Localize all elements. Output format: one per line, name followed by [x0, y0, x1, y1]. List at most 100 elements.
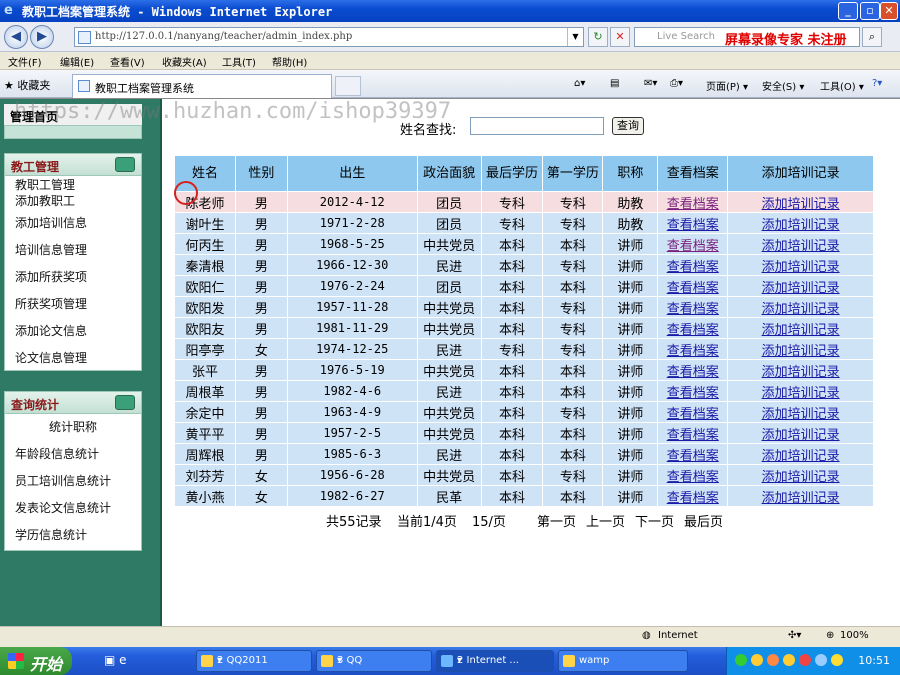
stop-button[interactable]: ✕: [610, 27, 630, 47]
cell-last-edu: 专科: [480, 212, 544, 234]
name-search-input[interactable]: [470, 117, 604, 135]
sidebar-item-training-stats[interactable]: 员工培训信息统计: [15, 472, 111, 489]
sidebar-item-add-staff[interactable]: 添加教职工: [15, 192, 75, 209]
cell-view: 查看档案: [657, 422, 729, 444]
view-file-link[interactable]: 查看档案: [667, 344, 719, 359]
pager-last-link[interactable]: 最后页: [684, 511, 723, 530]
cell-view: 查看档案: [657, 443, 729, 465]
add-training-link[interactable]: 添加培训记录: [762, 302, 840, 317]
search-go-icon[interactable]: ⌕: [862, 27, 882, 47]
tray-icon[interactable]: [735, 654, 747, 666]
cell-view: 查看档案: [657, 401, 729, 423]
tray-icon[interactable]: [799, 654, 811, 666]
add-training-link[interactable]: 添加培训记录: [762, 323, 840, 338]
home-icon[interactable]: ⌂▾: [574, 78, 585, 89]
zoom-icon[interactable]: ⊕: [826, 630, 834, 641]
new-tab-button[interactable]: [335, 76, 361, 96]
view-file-link[interactable]: 查看档案: [667, 218, 719, 233]
pager-next-link[interactable]: 下一页: [635, 511, 674, 530]
safety-menu[interactable]: 安全(S) ▾: [762, 78, 804, 93]
address-field[interactable]: http://127.0.0.1/nanyang/teacher/admin_i…: [74, 27, 584, 47]
sidebar-item-title-stats[interactable]: 统计职称: [49, 418, 97, 435]
minimize-button[interactable]: _: [838, 2, 858, 20]
sidebar-item-add-paper[interactable]: 添加论文信息: [15, 322, 87, 339]
start-button[interactable]: 开始: [0, 647, 72, 675]
sidebar-item-award-management[interactable]: 所获奖项管理: [15, 295, 87, 312]
view-file-link[interactable]: 查看档案: [667, 428, 719, 443]
sidebar-item-training-management[interactable]: 培训信息管理: [15, 241, 87, 258]
address-dropdown-icon[interactable]: ▼: [567, 28, 583, 46]
tray-icon[interactable]: [783, 654, 795, 666]
view-file-link[interactable]: 查看档案: [667, 386, 719, 401]
menu-favorites[interactable]: 收藏夹(A): [162, 54, 207, 69]
view-file-link[interactable]: 查看档案: [667, 197, 719, 212]
view-file-link[interactable]: 查看档案: [667, 449, 719, 464]
view-file-link[interactable]: 查看档案: [667, 365, 719, 380]
add-training-link[interactable]: 添加培训记录: [762, 197, 840, 212]
add-training-link[interactable]: 添加培训记录: [762, 428, 840, 443]
close-button[interactable]: ✕: [880, 2, 898, 20]
favorites-button[interactable]: ★ 收藏夹: [4, 77, 50, 93]
help-icon[interactable]: ?▾: [872, 78, 882, 89]
menu-view[interactable]: 查看(V): [110, 54, 145, 69]
tray-icon[interactable]: [815, 654, 827, 666]
quicklaunch-icons[interactable]: ▣ e: [104, 653, 127, 667]
tray-icon[interactable]: [767, 654, 779, 666]
menu-tools[interactable]: 工具(T): [222, 54, 256, 69]
sidebar-item-paper-management[interactable]: 论文信息管理: [15, 349, 87, 366]
print-icon[interactable]: ⎙▾: [670, 78, 683, 89]
view-file-link[interactable]: 查看档案: [667, 239, 719, 254]
table-row: 周辉根男 1985-6-3 民进 本科 本科 讲师 查看档案 添加培训记录: [174, 443, 874, 465]
sidebar-item-paper-stats[interactable]: 发表论文信息统计: [15, 499, 111, 516]
add-training-link[interactable]: 添加培训记录: [762, 407, 840, 422]
add-training-link[interactable]: 添加培训记录: [762, 218, 840, 233]
tray-icon[interactable]: [831, 654, 843, 666]
add-training-link[interactable]: 添加培训记录: [762, 344, 840, 359]
sidebar-item-age-stats[interactable]: 年龄段信息统计: [15, 445, 99, 462]
sidebar-item-staff-management[interactable]: 教职工管理: [15, 176, 75, 193]
table-row: 陈老师男 2012-4-12 团员 专科 专科 助教 查看档案 添加培训记录: [174, 191, 874, 213]
refresh-button[interactable]: ↻: [588, 27, 608, 47]
add-training-link[interactable]: 添加培训记录: [762, 281, 840, 296]
menu-edit[interactable]: 编辑(E): [60, 54, 94, 69]
cell-first-edu: 专科: [542, 212, 604, 234]
add-training-link[interactable]: 添加培训记录: [762, 260, 840, 275]
menu-help[interactable]: 帮助(H): [272, 54, 307, 69]
back-button[interactable]: ◀: [4, 25, 28, 49]
sidebar-item-education-stats[interactable]: 学历信息统计: [15, 526, 87, 543]
view-file-link[interactable]: 查看档案: [667, 323, 719, 338]
search-button[interactable]: 查询: [612, 117, 644, 135]
sidebar-item-add-training[interactable]: 添加培训信息: [15, 214, 87, 231]
browser-tab[interactable]: 教职工档案管理系统: [72, 74, 332, 98]
add-training-link[interactable]: 添加培训记录: [762, 470, 840, 485]
feeds-icon[interactable]: ▤: [610, 78, 619, 89]
view-file-link[interactable]: 查看档案: [667, 407, 719, 422]
taskbar-button-qq[interactable]: 3 QQ ▾: [316, 650, 432, 672]
add-training-link[interactable]: 添加培训记录: [762, 386, 840, 401]
taskbar-button-internet[interactable]: 2 Internet ... ▾: [436, 650, 554, 672]
zoom-level[interactable]: 100%: [840, 630, 869, 641]
page-menu[interactable]: 页面(P) ▾: [706, 78, 748, 93]
add-training-link[interactable]: 添加培训记录: [762, 491, 840, 506]
view-file-link[interactable]: 查看档案: [667, 260, 719, 275]
forward-button[interactable]: ▶: [30, 25, 54, 49]
tray-icon[interactable]: [751, 654, 763, 666]
view-file-link[interactable]: 查看档案: [667, 281, 719, 296]
view-file-link[interactable]: 查看档案: [667, 491, 719, 506]
taskbar-button-qq2011[interactable]: 2 QQ2011 ▾: [196, 650, 312, 672]
protected-mode-icon[interactable]: ✣▾: [788, 630, 801, 641]
view-file-link[interactable]: 查看档案: [667, 302, 719, 317]
menu-file[interactable]: 文件(F): [8, 54, 42, 69]
mail-icon[interactable]: ✉▾: [644, 78, 657, 89]
search-field[interactable]: Live Search 屏幕录像专家 未注册: [634, 27, 860, 48]
view-file-link[interactable]: 查看档案: [667, 470, 719, 485]
add-training-link[interactable]: 添加培训记录: [762, 365, 840, 380]
taskbar-button-wamp[interactable]: wamp: [558, 650, 688, 672]
sidebar-item-add-award[interactable]: 添加所获奖项: [15, 268, 87, 285]
tools-menu[interactable]: 工具(O) ▾: [820, 78, 864, 93]
add-training-link[interactable]: 添加培训记录: [762, 449, 840, 464]
panel-header[interactable]: 查询统计: [5, 392, 141, 414]
panel-header[interactable]: 教工管理: [5, 154, 141, 176]
add-training-link[interactable]: 添加培训记录: [762, 239, 840, 254]
maximize-button[interactable]: ▫: [860, 2, 880, 20]
